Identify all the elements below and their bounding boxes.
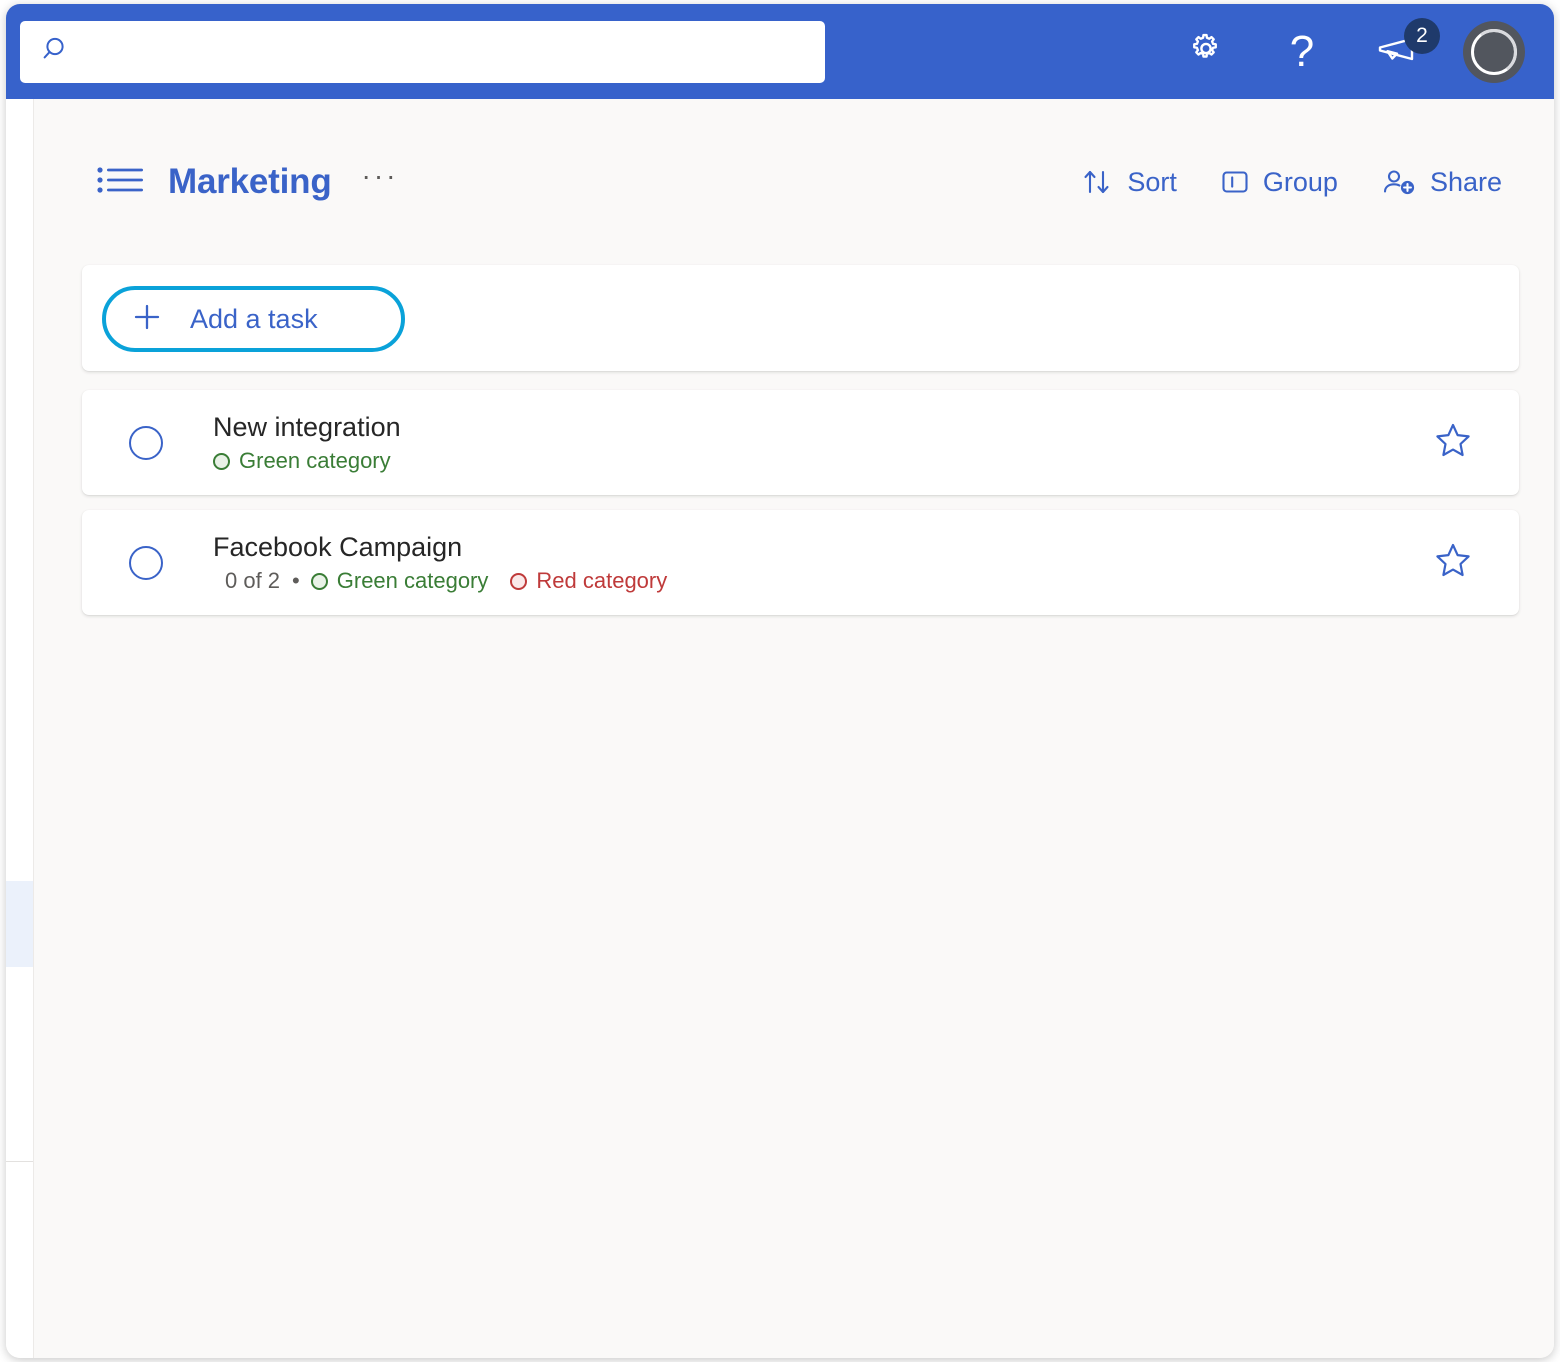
category-swatch-icon (213, 452, 230, 470)
category-chip: Green category (310, 568, 489, 594)
top-navigation-bar: ? 2 (6, 4, 1554, 99)
share-button[interactable]: Share (1376, 160, 1506, 204)
subtask-progress: 0 of 2 (225, 568, 281, 593)
task-row[interactable]: New integration Green category (82, 390, 1519, 495)
rail-divider (6, 1161, 34, 1162)
topbar-actions: ? 2 (1158, 4, 1542, 99)
favorite-star-button[interactable] (1431, 421, 1475, 465)
announcements-button[interactable]: 2 (1350, 4, 1446, 99)
gear-icon (1184, 27, 1228, 76)
list-header-actions: Sort Group Share (1077, 160, 1506, 204)
account-avatar-button[interactable] (1446, 4, 1542, 99)
help-button[interactable]: ? (1254, 4, 1350, 99)
search-box[interactable] (20, 21, 825, 83)
task-meta: Green category (213, 448, 413, 474)
favorite-star-button[interactable] (1431, 541, 1475, 585)
sort-button[interactable]: Sort (1077, 160, 1181, 204)
category-swatch-icon (510, 572, 528, 590)
sort-label: Sort (1127, 166, 1177, 197)
group-label: Group (1262, 166, 1338, 197)
add-task-card: Add a task (82, 265, 1519, 371)
main-content: Marketing ··· Sort Group Share Add a tas… (34, 99, 1554, 1358)
task-meta: 0 of 2 • Green category Red category (225, 568, 689, 594)
avatar (1463, 20, 1525, 83)
meta-separator: • (292, 568, 300, 593)
share-label: Share (1429, 166, 1502, 197)
star-icon (1433, 420, 1473, 465)
bulleted-list-icon (96, 160, 146, 205)
add-task-button[interactable]: Add a task (102, 286, 405, 352)
group-button[interactable]: Group (1215, 160, 1342, 204)
category-label: Green category (336, 568, 489, 593)
list-title-group: Marketing ··· (96, 160, 399, 205)
category-swatch-icon (310, 572, 328, 590)
task-complete-checkbox[interactable] (129, 425, 163, 460)
person-add-icon (1380, 166, 1418, 198)
task-body: Facebook Campaign 0 of 2 • Green categor… (213, 531, 689, 594)
task-title: New integration (213, 412, 401, 442)
announcements-badge: 2 (1404, 18, 1440, 54)
sort-arrows-icon (1081, 166, 1115, 198)
list-options-button[interactable]: ··· (362, 162, 399, 195)
search-input[interactable] (72, 21, 825, 83)
list-header: Marketing ··· Sort Group Share (34, 147, 1524, 217)
category-chip: Green category (213, 448, 391, 474)
rail-selected-item[interactable] (6, 881, 34, 967)
task-complete-checkbox[interactable] (129, 545, 163, 580)
group-panel-icon (1219, 166, 1251, 198)
search-icon (42, 35, 72, 70)
add-task-label: Add a task (190, 303, 318, 334)
category-chip: Red category (510, 568, 667, 594)
page-title: Marketing (168, 162, 332, 201)
category-label: Green category (239, 448, 391, 473)
left-rail (6, 99, 34, 1358)
category-label: Red category (536, 568, 668, 593)
app-window: ? 2 Marketing ··· Sort Group Share Add a… (6, 4, 1554, 1358)
question-mark-icon: ? (1289, 26, 1315, 76)
avatar-arc (1468, 25, 1520, 78)
task-body: New integration Green category (213, 411, 413, 474)
star-icon (1433, 540, 1473, 585)
task-row[interactable]: Facebook Campaign 0 of 2 • Green categor… (82, 510, 1519, 615)
task-title: Facebook Campaign (213, 532, 463, 562)
settings-button[interactable] (1158, 4, 1254, 99)
plus-icon (132, 302, 162, 337)
